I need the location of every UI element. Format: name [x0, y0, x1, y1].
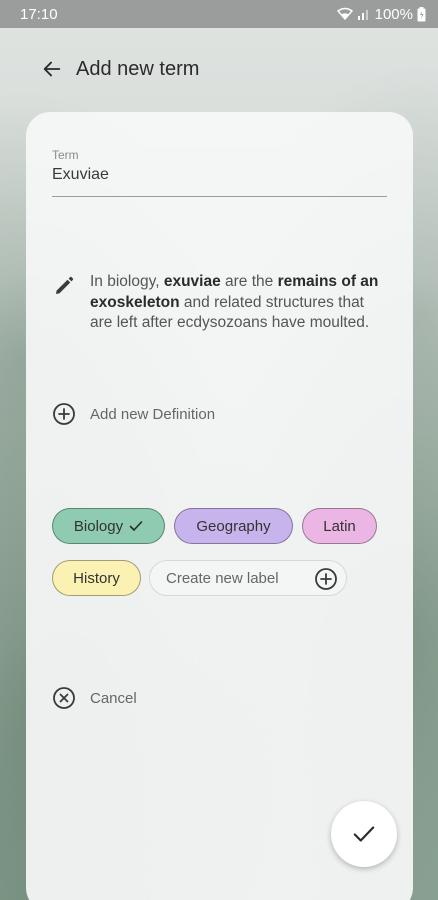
- chip-label: Biology: [73, 517, 124, 535]
- plus-circle-icon: [315, 568, 337, 590]
- status-bar: 17:10 100%: [0, 0, 438, 28]
- back-button[interactable]: [28, 46, 76, 92]
- term-field-value[interactable]: Exuviae: [52, 166, 387, 184]
- battery-icon: [417, 6, 426, 21]
- term-field-label: Term: [52, 148, 79, 162]
- chip-biology[interactable]: Biology: [52, 508, 165, 544]
- top-app-bar: Add new term: [0, 46, 438, 92]
- definition-part: In biology,: [90, 273, 164, 290]
- signal-icon: [357, 10, 368, 20]
- create-label-text: Create new label: [166, 569, 279, 587]
- definition-part-bold: exuviae: [163, 273, 221, 290]
- chip-geography[interactable]: Geography: [174, 508, 293, 544]
- definition-text: In biology, exuviae are the remains of a…: [90, 272, 387, 334]
- chip-label: History: [73, 569, 120, 587]
- pencil-icon[interactable]: [52, 274, 76, 298]
- chip-latin[interactable]: Latin: [302, 508, 377, 544]
- cancel-label: Cancel: [90, 689, 137, 707]
- add-definition-label: Add new Definition: [90, 405, 216, 423]
- chip-label: Geography: [196, 517, 271, 535]
- chip-label: Latin: [323, 517, 356, 535]
- plus-circle-icon: [53, 403, 75, 425]
- check-icon: [129, 521, 143, 531]
- definition-part: are the: [220, 273, 278, 290]
- term-field[interactable]: Term Exuviae: [52, 148, 387, 197]
- battery-percent: 100%: [374, 5, 413, 23]
- save-term-button[interactable]: [331, 801, 397, 867]
- check-icon: [353, 826, 375, 842]
- chip-history[interactable]: History: [52, 560, 141, 596]
- create-label-button[interactable]: Create new label: [149, 560, 347, 596]
- close-circle-icon: [53, 687, 75, 709]
- arrow-left-icon: [43, 61, 61, 77]
- definition-item[interactable]: In biology, exuviae are the remains of a…: [52, 272, 387, 334]
- term-form-card: Term Exuviae In biology, exuviae are the…: [26, 112, 413, 900]
- status-icons: 100%: [336, 5, 426, 23]
- status-time: 17:10: [20, 5, 58, 23]
- cancel-button[interactable]: Cancel: [52, 686, 137, 710]
- page-title: Add new term: [76, 57, 200, 80]
- add-definition-button[interactable]: Add new Definition: [52, 402, 215, 426]
- wifi-icon: [336, 7, 353, 21]
